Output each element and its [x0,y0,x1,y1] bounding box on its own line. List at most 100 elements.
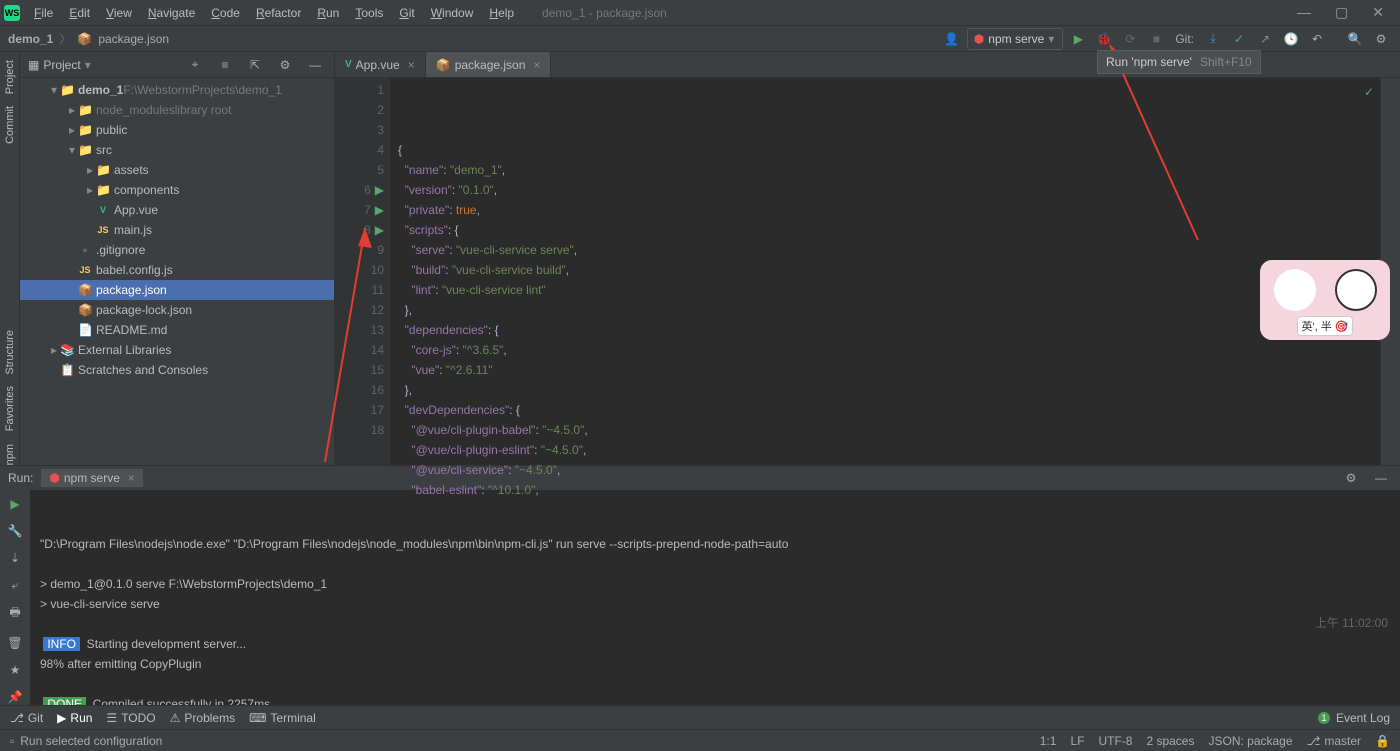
tree-item[interactable]: 📄README.md [20,320,334,340]
editor-tab[interactable]: VApp.vue× [335,52,426,77]
breadcrumb-project[interactable]: demo_1 [8,32,53,46]
bottom-tab-terminal[interactable]: ⌨Terminal [249,711,316,725]
encoding[interactable]: UTF-8 [1098,734,1132,748]
menu-edit[interactable]: Edit [61,6,98,20]
hide-icon[interactable]: — [1370,467,1392,489]
line-separator[interactable]: LF [1070,734,1084,748]
bottom-tab-problems[interactable]: ⚠Problems [170,711,235,725]
tool-icon[interactable]: 🔧 [4,523,26,540]
search-icon[interactable]: 🔍 [1344,28,1366,50]
tree-item[interactable]: ▸📁components [20,180,334,200]
down-icon[interactable]: ⇣ [4,550,26,567]
star-icon[interactable]: ★ [4,661,26,678]
tree-item[interactable]: ▾📁demo_1 F:\WebstormProjects\demo_1 [20,80,334,100]
vcs-label: Git: [1171,32,1198,46]
bear-icon [1274,269,1316,311]
pin-icon[interactable]: 📌 [4,688,26,705]
close-button[interactable]: ✕ [1360,4,1396,21]
run-config-selector[interactable]: ⬢ npm serve ▾ [967,28,1064,50]
history-icon[interactable]: 🕓 [1280,28,1302,50]
indent[interactable]: 2 spaces [1146,734,1194,748]
close-icon[interactable]: × [533,58,540,72]
debug-button[interactable]: 🐞 [1093,28,1115,50]
menu-git[interactable]: Git [391,6,422,20]
tree-item[interactable]: VApp.vue [20,200,334,220]
breadcrumb-file[interactable]: package.json [98,32,169,46]
caret-position[interactable]: 1:1 [1040,734,1057,748]
tree-item[interactable]: ▾📁src [20,140,334,160]
bottom-tab-todo[interactable]: ☰TODO [106,711,155,725]
settings-icon[interactable]: ⚙ [1370,28,1392,50]
add-user-icon[interactable]: 👤 [941,28,963,50]
sidebar-tab-npm[interactable]: npm [4,444,16,465]
menu-window[interactable]: Window [423,6,482,20]
menu-run[interactable]: Run [309,6,347,20]
trash-icon[interactable]: 🗑 [4,634,26,651]
tree-item[interactable]: ▸📁public [20,120,334,140]
gutter-run-icon[interactable]: ▶ [375,223,384,237]
menu-refactor[interactable]: Refactor [248,6,309,20]
close-icon[interactable]: × [128,471,135,485]
tree-item[interactable]: JSbabel.config.js [20,260,334,280]
project-tree[interactable]: ▾📁demo_1 F:\WebstormProjects\demo_1▸📁nod… [20,78,334,465]
git-branch[interactable]: ⎇ master [1307,734,1362,748]
wrap-icon[interactable]: ⤶ [4,577,26,594]
update-project-icon[interactable]: ⤓ [1202,28,1224,50]
menu-tools[interactable]: Tools [347,6,391,20]
rollback-icon[interactable]: ↶ [1306,28,1328,50]
tree-item[interactable]: 📦package.json [20,280,334,300]
code-editor[interactable]: ✓ { "name": "demo_1", "version": "0.1.0"… [390,78,1380,465]
tree-item[interactable]: ▸📁assets [20,160,334,180]
inspection-ok-icon[interactable]: ✓ [1364,82,1374,102]
commit-icon[interactable]: ✓ [1228,28,1250,50]
collapse-all-icon[interactable]: ⇱ [244,54,266,76]
sidebar-tab-commit[interactable]: Commit [4,106,16,144]
print-icon[interactable]: 🖶 [4,603,26,624]
menu-help[interactable]: Help [481,6,522,20]
file-icon: 📦 [77,32,92,46]
rerun-icon[interactable]: ▶ [4,496,26,513]
gear-icon[interactable]: ⚙ [274,54,296,76]
maximize-button[interactable]: ▢ [1323,4,1360,21]
sticker-caption: 英', 半 🎯 [1297,316,1354,336]
run-toolbar: ▶ 🔧 ⇣ ⤶ 🖶 🗑 ★ 📌 [0,490,30,705]
menu-navigate[interactable]: Navigate [140,6,203,20]
tree-item[interactable]: JSmain.js [20,220,334,240]
editor-gutter[interactable]: 123456▶7▶8▶9101112131415161718 [335,78,390,465]
run-button[interactable]: ▶ [1067,28,1089,50]
event-log-button[interactable]: Event Log [1336,711,1390,725]
sidebar-tab-project[interactable]: Project [4,60,16,94]
tree-item[interactable]: 📦package-lock.json [20,300,334,320]
locate-icon[interactable]: ⌖ [184,54,206,76]
left-tool-bar: Project Commit Structure Favorites npm [0,52,20,465]
lock-icon[interactable]: 🔒 [1375,734,1390,748]
coverage-button[interactable]: ⟳ [1119,28,1141,50]
gutter-run-icon[interactable]: ▶ [375,203,384,217]
console-output[interactable]: "D:\Program Files\nodejs\node.exe" "D:\P… [30,490,1400,705]
hide-icon[interactable]: — [304,54,326,76]
tree-item[interactable]: ◦.gitignore [20,240,334,260]
menu-code[interactable]: Code [203,6,248,20]
tree-item[interactable]: ▸📚External Libraries [20,340,334,360]
sidebar-tab-favorites[interactable]: Favorites [4,386,16,431]
sidebar-tab-structure[interactable]: Structure [4,330,16,375]
close-icon[interactable]: × [408,58,415,72]
window-title: demo_1 - package.json [542,6,667,20]
minimize-button[interactable]: — [1285,4,1323,21]
breadcrumb[interactable]: demo_1 〉 📦 package.json [8,30,169,47]
navigation-bar: demo_1 〉 📦 package.json 👤 ⬢ npm serve ▾ … [0,26,1400,52]
stop-button[interactable]: ■ [1145,28,1167,50]
expand-all-icon[interactable]: ≡ [214,54,236,76]
bottom-tab-run[interactable]: ▶Run [57,711,92,725]
push-icon[interactable]: ↗ [1254,28,1276,50]
bottom-tab-git[interactable]: ⎇Git [10,711,43,725]
run-tab[interactable]: ⬢ npm serve × [41,469,143,487]
tree-item[interactable]: 📋Scratches and Consoles [20,360,334,380]
menu-view[interactable]: View [98,6,140,20]
menu-file[interactable]: File [26,6,61,20]
editor-tab[interactable]: 📦package.json× [426,52,552,77]
run-title: Run: [8,471,33,485]
schema[interactable]: JSON: package [1208,734,1292,748]
gutter-run-icon[interactable]: ▶ [375,183,384,197]
tree-item[interactable]: ▸📁node_modules library root [20,100,334,120]
